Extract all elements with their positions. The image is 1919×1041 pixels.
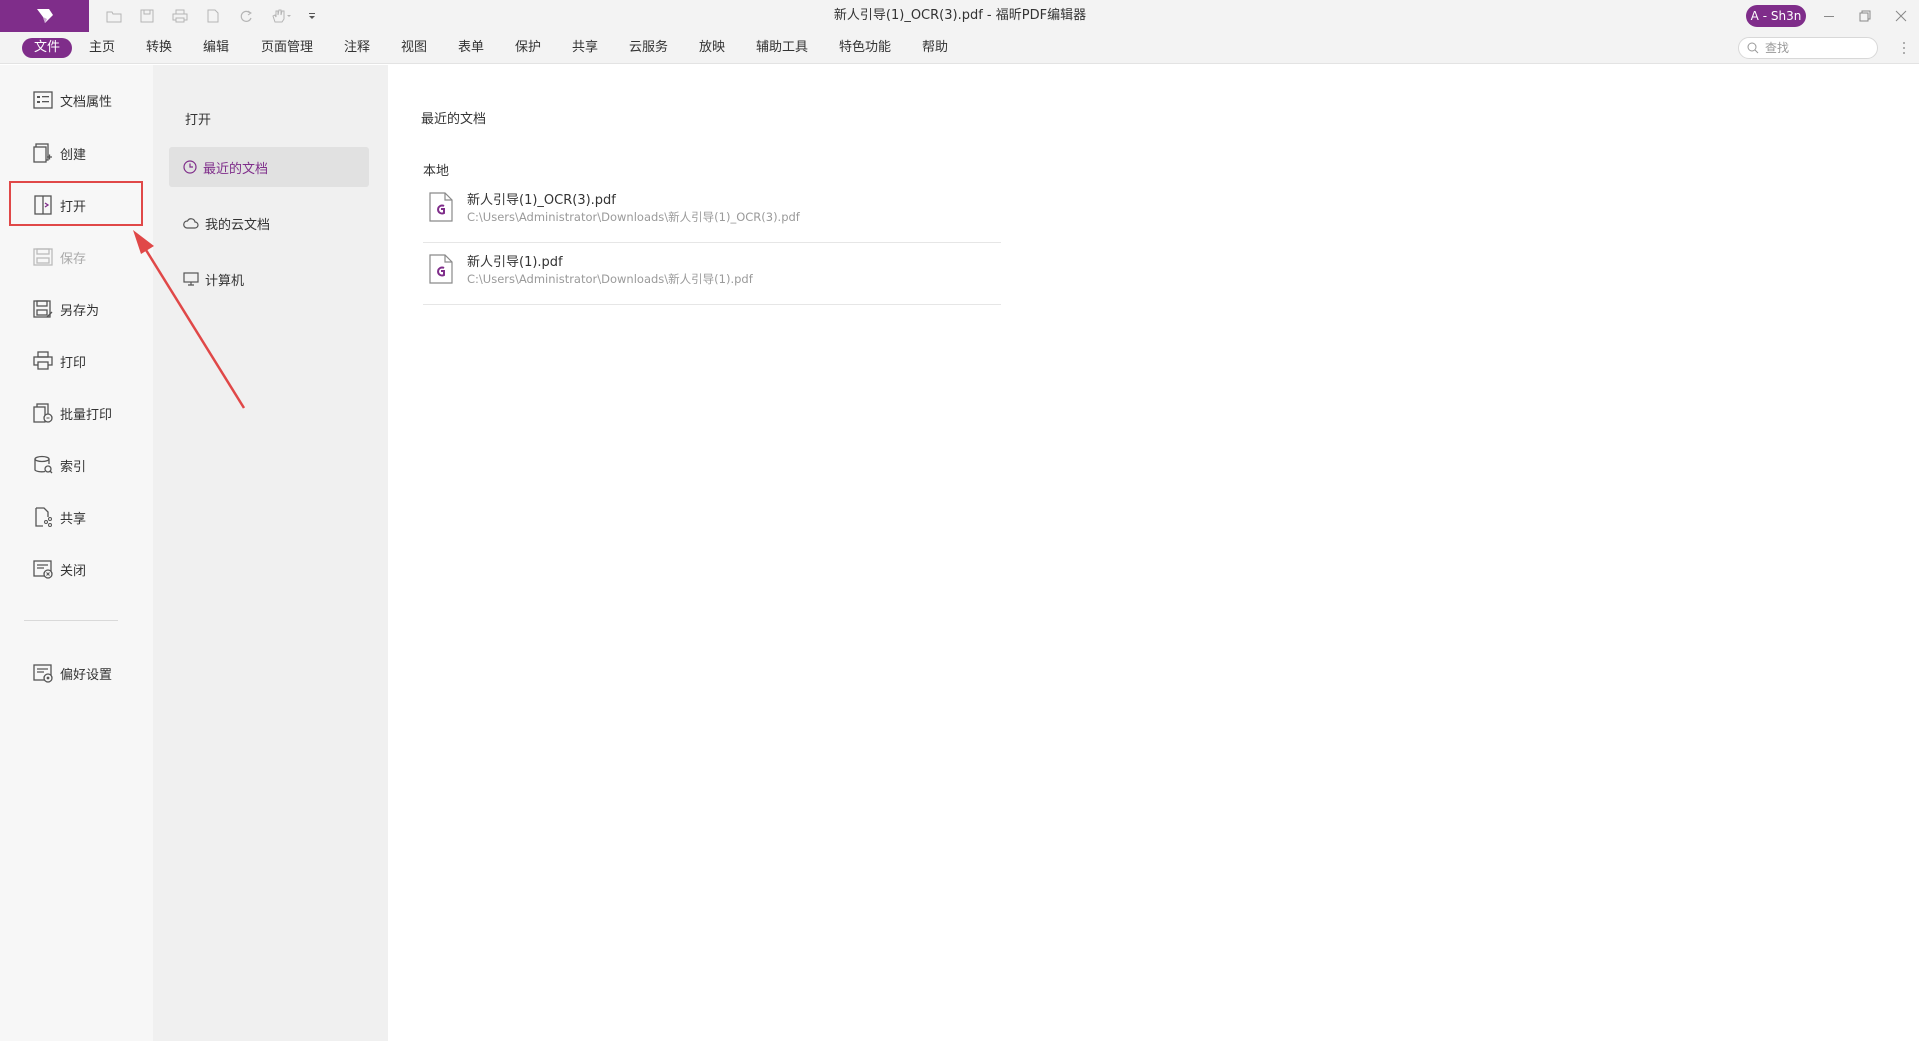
minimize-button[interactable] <box>1819 6 1839 26</box>
recent-file-row[interactable]: 新人引导(1).pdf C:\Users\Administrator\Downl… <box>423 243 1001 305</box>
minimize-icon <box>1824 16 1834 17</box>
close-window-button[interactable] <box>1891 6 1911 26</box>
recent-file-row[interactable]: 新人引导(1)_OCR(3).pdf C:\Users\Administrato… <box>423 181 1001 243</box>
app-logo[interactable] <box>0 0 89 32</box>
annotation-highlight-box <box>9 181 143 226</box>
nav-index[interactable]: 索引 <box>32 452 142 478</box>
save-icon[interactable] <box>137 6 157 26</box>
customize-dropdown-icon[interactable] <box>305 6 319 26</box>
menu-protect[interactable]: 保护 <box>511 38 545 58</box>
batch-print-icon <box>32 402 54 424</box>
content-title: 最近的文档 <box>421 112 487 127</box>
menu-comment[interactable]: 注释 <box>340 38 374 58</box>
menu-accessibility-tools[interactable]: 辅助工具 <box>752 38 812 58</box>
nav-label: 保存 <box>60 251 87 267</box>
open-recent-documents[interactable]: 最近的文档 <box>169 147 369 187</box>
menu-convert[interactable]: 转换 <box>142 38 176 58</box>
menu-featured[interactable]: 特色功能 <box>835 38 895 58</box>
nav-save-as[interactable]: 另存为 <box>32 296 142 322</box>
nav-label: 另存为 <box>60 303 100 319</box>
nav-label: 索引 <box>60 459 87 475</box>
menu-bar: 文件 主页 转换 编辑 页面管理 注释 视图 表单 保护 共享 云服务 放映 辅… <box>0 32 1919 84</box>
open-computer[interactable]: 计算机 <box>169 259 369 299</box>
clock-icon <box>183 160 197 174</box>
nav-label: 文档属性 <box>60 94 113 110</box>
close-doc-icon <box>32 558 54 580</box>
menu-home[interactable]: 主页 <box>85 38 119 58</box>
save-as-icon <box>32 298 54 320</box>
nav-divider <box>24 620 118 621</box>
recent-documents-content: 最近的文档 本地 新人引导(1)_OCR(3).pdf C:\Users\Adm… <box>388 65 1919 1041</box>
open-options-panel: 打开 最近的文档 我的云文档 计算机 <box>153 65 388 1041</box>
search-input[interactable] <box>1765 41 1865 55</box>
menu-page-management[interactable]: 页面管理 <box>257 38 317 58</box>
menu-file[interactable]: 文件 <box>22 38 73 58</box>
menu-form[interactable]: 表单 <box>454 38 488 58</box>
preferences-icon <box>32 662 54 684</box>
menu-cloud-services[interactable]: 云服务 <box>625 38 672 58</box>
share-icon <box>32 506 54 528</box>
pdf-file-icon <box>429 192 453 222</box>
section-label-local: 本地 <box>423 164 450 179</box>
search-icon <box>1747 42 1759 54</box>
window-title: 新人引导(1)_OCR(3).pdf - 福昕PDF编辑器 <box>833 8 1087 23</box>
save-icon <box>32 246 54 268</box>
open-my-cloud-documents[interactable]: 我的云文档 <box>169 203 369 243</box>
nav-print[interactable]: 打印 <box>32 348 142 374</box>
pdf-file-icon <box>429 254 453 284</box>
user-account-badge[interactable]: A - Sh3n <box>1746 5 1806 27</box>
title-bar: 新人引导(1)_OCR(3).pdf - 福昕PDF编辑器 A - Sh3n <box>0 0 1919 32</box>
mid-item-label: 计算机 <box>205 273 245 289</box>
menu-edit[interactable]: 编辑 <box>199 38 233 58</box>
nav-preferences[interactable]: 偏好设置 <box>32 660 142 686</box>
new-doc-icon[interactable] <box>203 6 223 26</box>
document-properties-icon <box>32 89 54 111</box>
nav-batch-print[interactable]: 批量打印 <box>32 400 142 426</box>
close-icon <box>1895 10 1907 22</box>
search-box[interactable] <box>1738 37 1878 59</box>
more-options-icon[interactable] <box>1898 38 1910 58</box>
menu-help[interactable]: 帮助 <box>918 38 952 58</box>
nav-label: 偏好设置 <box>60 667 113 683</box>
cloud-icon <box>183 218 199 229</box>
hand-tool-icon[interactable] <box>269 6 295 26</box>
nav-label: 批量打印 <box>60 407 113 423</box>
nav-label: 创建 <box>60 147 87 163</box>
file-name: 新人引导(1)_OCR(3).pdf <box>467 193 616 208</box>
print-icon[interactable] <box>170 6 190 26</box>
nav-close[interactable]: 关闭 <box>32 556 142 582</box>
print-icon <box>32 350 54 372</box>
menu-share[interactable]: 共享 <box>568 38 602 58</box>
file-path: C:\Users\Administrator\Downloads\新人引导(1)… <box>467 272 753 286</box>
nav-label: 打印 <box>60 355 87 371</box>
nav-label: 共享 <box>60 511 87 527</box>
nav-label: 关闭 <box>60 563 87 579</box>
computer-icon <box>183 272 199 286</box>
nav-create[interactable]: 创建 <box>32 140 142 166</box>
menu-view[interactable]: 视图 <box>397 38 431 58</box>
app-window: 新人引导(1)_OCR(3).pdf - 福昕PDF编辑器 A - Sh3n 文… <box>0 0 1919 1041</box>
open-folder-icon[interactable] <box>104 6 124 26</box>
redo-icon[interactable] <box>236 6 256 26</box>
nav-document-properties[interactable]: 文档属性 <box>32 87 142 113</box>
restore-button[interactable] <box>1855 6 1875 26</box>
nav-share[interactable]: 共享 <box>32 504 142 530</box>
index-icon <box>32 454 54 476</box>
create-icon <box>32 142 54 164</box>
foxit-logo-icon <box>36 9 53 23</box>
file-path: C:\Users\Administrator\Downloads\新人引导(1)… <box>467 210 800 224</box>
panel-title: 打开 <box>185 113 212 128</box>
restore-icon <box>1859 10 1871 22</box>
menu-slideshow[interactable]: 放映 <box>695 38 729 58</box>
mid-item-label: 最近的文档 <box>203 161 269 177</box>
nav-save[interactable]: 保存 <box>32 244 142 270</box>
mid-item-label: 我的云文档 <box>205 217 271 233</box>
file-name: 新人引导(1).pdf <box>467 255 563 270</box>
